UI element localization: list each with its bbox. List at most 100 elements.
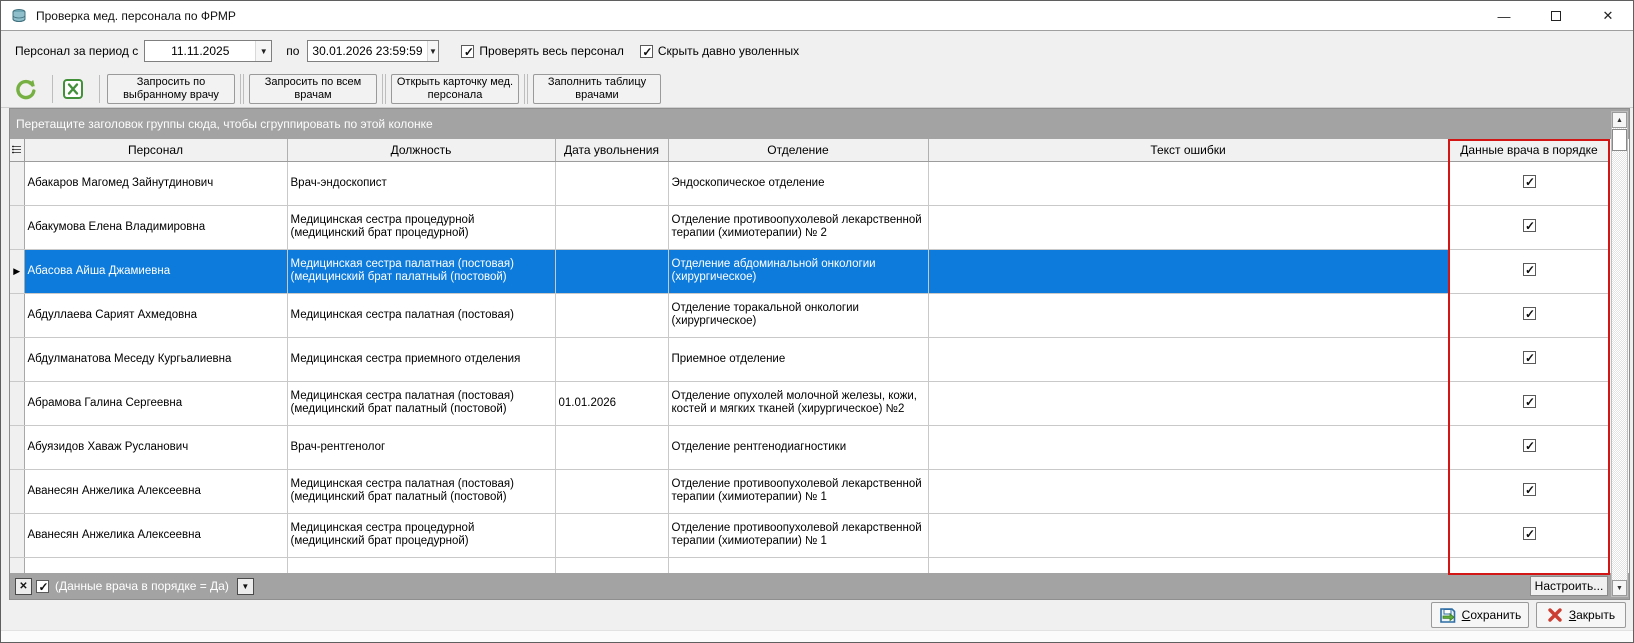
- cell-personal[interactable]: Абуязидов Хаваж Русланович: [24, 425, 287, 469]
- cell-department[interactable]: Приемное отделение: [668, 337, 928, 381]
- row-indicator-header[interactable]: [10, 139, 24, 161]
- fill-table-doctors-button[interactable]: Заполнить таблицу врачами: [533, 74, 661, 104]
- cell-data-ok[interactable]: [1448, 425, 1610, 469]
- date-to-picker[interactable]: 30.01.2026 23:59:59 ▼: [307, 40, 439, 62]
- cell-department[interactable]: Эндоскопическое отделение: [668, 161, 928, 205]
- cell-department[interactable]: Отделение опухолей молочной железы, кожи…: [668, 381, 928, 425]
- cell-error-text[interactable]: [928, 381, 1448, 425]
- filter-enabled-checkbox[interactable]: [36, 580, 49, 593]
- cell-position[interactable]: Медицинская сестра палатная (постовая): [287, 293, 555, 337]
- cell-department[interactable]: Отделение противоопухолевой лекарственно…: [668, 513, 928, 557]
- close-dialog-button[interactable]: Закрыть: [1536, 602, 1626, 628]
- scroll-up-icon[interactable]: ▲: [1612, 112, 1627, 128]
- cell-error-text[interactable]: [928, 249, 1448, 293]
- cell-data-ok[interactable]: [1448, 205, 1610, 249]
- cell-position[interactable]: Медицинская сестра палатная (постовая) (…: [287, 469, 555, 513]
- data-ok-checkbox[interactable]: [1523, 307, 1536, 320]
- cell-department[interactable]: Отделение рентгенодиагностики: [668, 425, 928, 469]
- scrollbar-thumb[interactable]: [1612, 129, 1627, 151]
- cell-error-text[interactable]: [928, 469, 1448, 513]
- check-all-personnel-checkbox[interactable]: [461, 45, 474, 58]
- cell-position[interactable]: Медицинская сестра приемного отделения: [287, 337, 555, 381]
- cell-dismissal-date[interactable]: [555, 469, 668, 513]
- data-ok-checkbox[interactable]: [1523, 395, 1536, 408]
- cell-position[interactable]: Врач-рентгенолог: [287, 425, 555, 469]
- column-header-data-ok[interactable]: Данные врача в порядке: [1448, 139, 1610, 161]
- cell-data-ok[interactable]: [1448, 161, 1610, 205]
- cell-position[interactable]: Медицинская сестра процедурной (медицинс…: [287, 513, 555, 557]
- column-header-position[interactable]: Должность: [287, 139, 555, 161]
- close-button[interactable]: ✕: [1595, 5, 1621, 27]
- cell-error-text[interactable]: [928, 205, 1448, 249]
- date-from-dropdown-icon[interactable]: ▼: [255, 41, 271, 61]
- cell-data-ok[interactable]: [1448, 381, 1610, 425]
- cell-dismissal-date[interactable]: [555, 293, 668, 337]
- query-all-doctors-button[interactable]: Запросить по всем врачам: [249, 74, 377, 104]
- date-to-dropdown-icon[interactable]: ▼: [427, 41, 439, 61]
- cell-personal[interactable]: Абакаров Магомед Зайнутдинович: [24, 161, 287, 205]
- cell-dismissal-date[interactable]: [555, 337, 668, 381]
- cell-personal[interactable]: Аванесян Анжелика Алексеевна: [24, 513, 287, 557]
- minimize-button[interactable]: —: [1491, 5, 1517, 27]
- cell-error-text[interactable]: [928, 425, 1448, 469]
- table-row[interactable]: Абрамова Галина СергеевнаМедицинская сес…: [10, 381, 1610, 425]
- table-row[interactable]: Абдуллаева Сарият АхмедовнаМедицинская с…: [10, 293, 1610, 337]
- cell-personal[interactable]: Абасова Айша Джамиевна: [24, 249, 287, 293]
- data-ok-checkbox[interactable]: [1523, 527, 1536, 540]
- group-by-panel[interactable]: Перетащите заголовок группы сюда, чтобы …: [10, 109, 1629, 139]
- data-ok-checkbox[interactable]: [1523, 351, 1536, 364]
- column-header-personal[interactable]: Персонал: [24, 139, 287, 161]
- cell-data-ok[interactable]: [1448, 293, 1610, 337]
- table-row[interactable]: Абакаров Магомед ЗайнутдиновичВрач-эндос…: [10, 161, 1610, 205]
- data-ok-checkbox[interactable]: [1523, 483, 1536, 496]
- cell-dismissal-date[interactable]: [555, 205, 668, 249]
- data-ok-checkbox[interactable]: [1523, 263, 1536, 276]
- date-from-value[interactable]: 11.11.2025: [145, 41, 255, 61]
- cell-data-ok[interactable]: [1448, 513, 1610, 557]
- table-row[interactable]: ▶Абасова Айша ДжамиевнаМедицинская сестр…: [10, 249, 1610, 293]
- cell-position[interactable]: Врач-эндоскопист: [287, 161, 555, 205]
- maximize-button[interactable]: [1543, 5, 1569, 27]
- open-personnel-card-button[interactable]: Открыть карточку мед. персонала: [391, 74, 519, 104]
- cell-position[interactable]: Медицинская сестра процедурной (медицинс…: [287, 205, 555, 249]
- cell-position[interactable]: Медицинская сестра палатная (постовая) (…: [287, 249, 555, 293]
- table-row[interactable]: Абуязидов Хаваж РуслановичВрач-рентгенол…: [10, 425, 1610, 469]
- cell-personal[interactable]: Абдулманатова Меседу Кургьалиевна: [24, 337, 287, 381]
- export-excel-button[interactable]: [60, 76, 86, 102]
- cell-dismissal-date[interactable]: [555, 513, 668, 557]
- cell-personal[interactable]: Аванесян Анжелика Алексеевна: [24, 469, 287, 513]
- save-button[interactable]: Сохранить: [1431, 602, 1529, 628]
- cell-dismissal-date[interactable]: [555, 249, 668, 293]
- table-row[interactable]: Аванесян Анжелика АлексеевнаМедицинская …: [10, 513, 1610, 557]
- vertical-scrollbar[interactable]: ▲ ▼: [1611, 111, 1628, 597]
- check-all-personnel-option[interactable]: Проверять весь персонал: [461, 44, 623, 58]
- cell-department[interactable]: Отделение торакальной онкологии (хирурги…: [668, 293, 928, 337]
- cell-dismissal-date[interactable]: [555, 425, 668, 469]
- cell-data-ok[interactable]: [1448, 249, 1610, 293]
- hide-dismissed-option[interactable]: Скрыть давно уволенных: [640, 44, 799, 58]
- date-to-value[interactable]: 30.01.2026 23:59:59: [308, 41, 426, 61]
- table-row[interactable]: Абдулманатова Меседу КургьалиевнаМедицин…: [10, 337, 1610, 381]
- scroll-down-icon[interactable]: ▼: [1612, 580, 1627, 596]
- table-row[interactable]: Аванесян Анжелика АлексеевнаМедицинская …: [10, 469, 1610, 513]
- cell-department[interactable]: Отделение абдоминальной онкологии (хирур…: [668, 249, 928, 293]
- refresh-button[interactable]: [13, 76, 39, 102]
- cell-error-text[interactable]: [928, 161, 1448, 205]
- cell-error-text[interactable]: [928, 513, 1448, 557]
- table-row[interactable]: Абакумова Елена ВладимировнаМедицинская …: [10, 205, 1610, 249]
- cell-department[interactable]: Отделение противоопухолевой лекарственно…: [668, 469, 928, 513]
- cell-personal[interactable]: Абдуллаева Сарият Ахмедовна: [24, 293, 287, 337]
- data-ok-checkbox[interactable]: [1523, 439, 1536, 452]
- data-ok-checkbox[interactable]: [1523, 175, 1536, 188]
- cell-dismissal-date[interactable]: [555, 161, 668, 205]
- cell-error-text[interactable]: [928, 337, 1448, 381]
- filter-close-button[interactable]: ✕: [15, 578, 32, 595]
- cell-error-text[interactable]: [928, 293, 1448, 337]
- cell-department[interactable]: Отделение противоопухолевой лекарственно…: [668, 205, 928, 249]
- cell-position[interactable]: Медицинская сестра палатная (постовая) (…: [287, 381, 555, 425]
- cell-data-ok[interactable]: [1448, 469, 1610, 513]
- date-from-picker[interactable]: 11.11.2025 ▼: [144, 40, 272, 62]
- cell-personal[interactable]: Абакумова Елена Владимировна: [24, 205, 287, 249]
- filter-dropdown-button[interactable]: ▼: [237, 578, 254, 595]
- cell-data-ok[interactable]: [1448, 337, 1610, 381]
